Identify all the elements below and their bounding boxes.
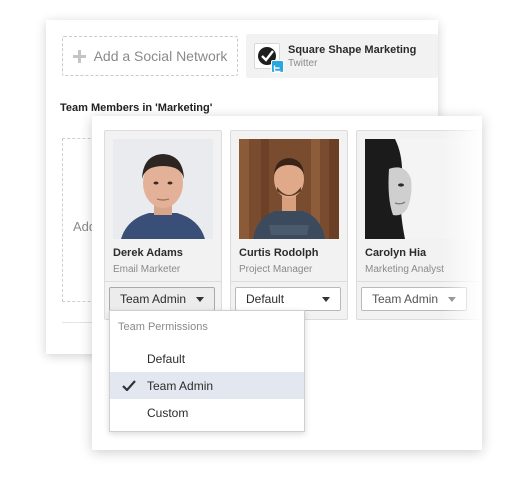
card-divider — [105, 281, 221, 282]
member-name: Carolyn Hia — [365, 247, 427, 259]
menu-item-custom[interactable]: Custom — [110, 399, 304, 426]
scroll-fade — [442, 116, 482, 450]
plus-icon — [72, 49, 86, 63]
permissions-dropdown-menu: Team Permissions Default Team Admin Cust… — [109, 310, 305, 432]
menu-item-team-admin[interactable]: Team Admin — [110, 372, 304, 399]
menu-item-label: Custom — [147, 405, 189, 420]
add-social-network-label: Add a Social Network — [93, 48, 228, 64]
permission-select-value: Team Admin — [372, 292, 439, 306]
member-photo — [239, 139, 339, 239]
menu-header: Team Permissions — [118, 321, 208, 333]
member-card: Derek Adams Email Marketer Team Admin — [104, 130, 222, 320]
member-role: Email Marketer — [113, 264, 181, 275]
menu-item-default[interactable]: Default — [110, 345, 304, 372]
member-photo — [113, 139, 213, 239]
member-name: Curtis Rodolph — [239, 247, 319, 259]
menu-item-label: Team Admin — [147, 378, 214, 393]
member-name: Derek Adams — [113, 247, 183, 259]
member-role: Marketing Analyst — [365, 264, 444, 275]
twitter-icon — [271, 60, 284, 73]
card-divider — [231, 281, 347, 282]
caret-down-icon — [322, 296, 330, 302]
permission-select-value: Default — [246, 292, 285, 306]
checkmark-icon — [122, 380, 136, 391]
account-name: Square Shape Marketing — [288, 43, 417, 56]
permission-select-value: Team Admin — [120, 292, 187, 306]
team-members-heading: Team Members in 'Marketing' — [60, 102, 213, 114]
add-social-network-button[interactable]: Add a Social Network — [62, 36, 238, 76]
member-role: Project Manager — [239, 264, 313, 275]
social-account-card[interactable]: Square Shape Marketing Twitter — [246, 34, 438, 78]
account-network: Twitter — [288, 57, 318, 69]
member-card: Curtis Rodolph Project Manager Default — [230, 130, 348, 320]
caret-down-icon — [196, 296, 204, 302]
menu-item-label: Default — [147, 351, 186, 366]
permission-select[interactable]: Default — [235, 287, 341, 311]
permission-select[interactable]: Team Admin — [109, 287, 215, 311]
account-avatar — [254, 43, 284, 73]
